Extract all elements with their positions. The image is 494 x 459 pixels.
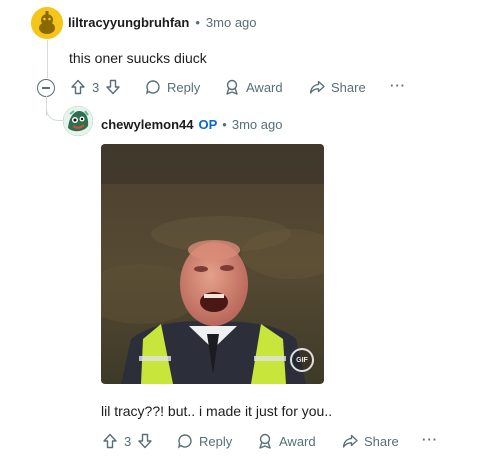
comment-text: lil tracy??! but.. i made it just for yo… bbox=[101, 403, 333, 419]
share-button[interactable]: Share bbox=[342, 433, 399, 449]
minus-icon bbox=[42, 87, 50, 89]
reply-button[interactable]: Reply bbox=[177, 433, 232, 449]
reply-bubble-icon bbox=[177, 433, 193, 449]
share-arrow-icon bbox=[342, 433, 358, 449]
share-label: Share bbox=[331, 79, 366, 95]
share-button[interactable]: Share bbox=[309, 79, 366, 95]
reply-bubble-icon bbox=[145, 79, 161, 95]
award-button[interactable]: Award bbox=[257, 433, 316, 449]
more-options-button[interactable]: ··· bbox=[390, 78, 406, 93]
username[interactable]: chewylemon44 bbox=[101, 117, 194, 132]
op-badge: OP bbox=[198, 117, 218, 132]
gif-badge: GIF bbox=[290, 348, 314, 372]
vote-count: 3 bbox=[124, 433, 132, 449]
downvote-icon[interactable] bbox=[137, 433, 153, 449]
award-button[interactable]: Award bbox=[224, 79, 283, 95]
gif-media[interactable]: GIF bbox=[101, 144, 324, 384]
downvote-icon[interactable] bbox=[105, 79, 121, 95]
separator-dot: • bbox=[195, 15, 200, 30]
share-label: Share bbox=[364, 433, 399, 449]
reply-label: Reply bbox=[167, 79, 201, 95]
reply-label: Reply bbox=[199, 433, 233, 449]
share-arrow-icon bbox=[309, 79, 325, 95]
thread-line[interactable] bbox=[47, 40, 48, 78]
timestamp[interactable]: 3mo ago bbox=[206, 15, 257, 30]
award-label: Award bbox=[246, 79, 283, 95]
vote-count: 3 bbox=[92, 79, 100, 95]
upvote-icon[interactable] bbox=[102, 433, 118, 449]
more-options-button[interactable]: ··· bbox=[422, 432, 438, 447]
timestamp[interactable]: 3mo ago bbox=[232, 117, 283, 132]
avatar[interactable] bbox=[63, 106, 93, 136]
award-label: Award bbox=[279, 433, 316, 449]
separator-dot: • bbox=[222, 117, 227, 132]
reply-button[interactable]: Reply bbox=[145, 79, 200, 95]
gif-frame-image bbox=[101, 144, 324, 384]
collapse-button[interactable] bbox=[37, 79, 55, 97]
award-icon bbox=[257, 433, 273, 449]
upvote-icon[interactable] bbox=[70, 79, 86, 95]
avatar[interactable] bbox=[31, 7, 63, 39]
comment-text: this oner suucks diuck bbox=[69, 50, 207, 66]
username[interactable]: liltracyyungbruhfan bbox=[68, 15, 189, 30]
award-icon bbox=[224, 79, 240, 95]
